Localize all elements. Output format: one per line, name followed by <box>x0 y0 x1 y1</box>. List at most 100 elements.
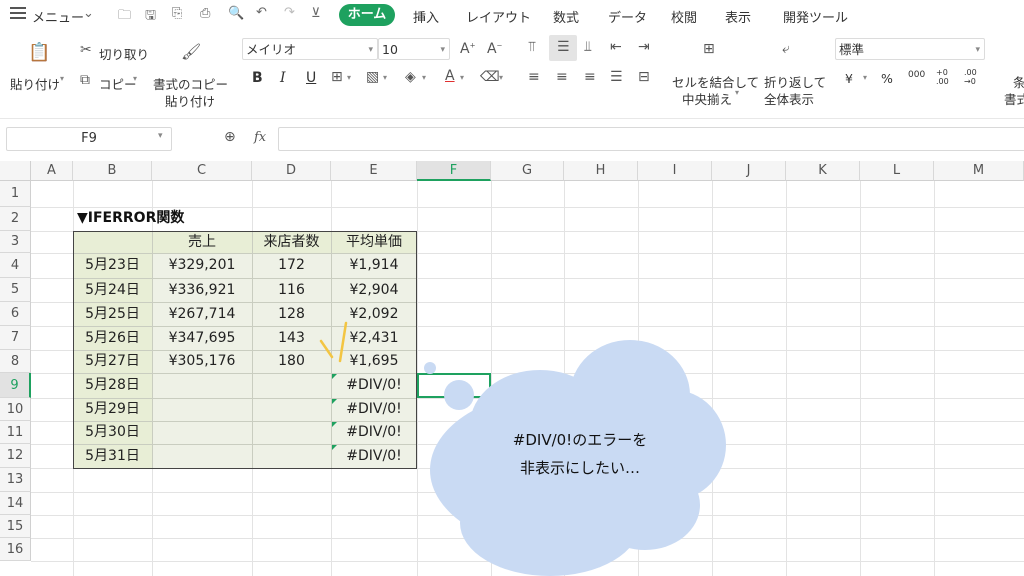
table-header-cell[interactable]: 売上 <box>152 231 252 253</box>
row-header-3[interactable]: 3 <box>0 231 31 253</box>
table-cell[interactable]: ¥329,201 <box>152 253 252 278</box>
column-header-e[interactable]: E <box>331 161 417 181</box>
tab-insert[interactable]: 挿入 <box>413 7 439 26</box>
open-folder-icon[interactable]: 🗀 <box>118 6 131 28</box>
wrap-text-icon[interactable]: ⤶ <box>782 41 790 57</box>
chevron-down-icon[interactable]: ▾ <box>499 73 503 82</box>
decimal-increase-button[interactable]: +0 .00 <box>936 68 949 86</box>
table-cell[interactable]: ¥305,176 <box>152 350 252 373</box>
select-all-corner[interactable] <box>0 161 31 181</box>
justify-icon[interactable]: ☰ <box>610 69 623 85</box>
table-cell[interactable]: 5月28日 <box>73 373 152 398</box>
table-cell[interactable]: 5月31日 <box>73 444 152 469</box>
table-cell[interactable]: #DIV/0! <box>331 421 417 444</box>
column-header-d[interactable]: D <box>252 161 331 181</box>
table-cell[interactable]: ¥267,714 <box>152 302 252 326</box>
save-icon[interactable]: 🖫 <box>145 6 156 28</box>
eraser-icon[interactable]: ⌫ <box>480 69 500 85</box>
menu-label[interactable]: メニュー <box>32 7 84 26</box>
paste-button[interactable]: 貼り付け <box>10 74 60 93</box>
export-icon[interactable]: ⎘ <box>172 6 182 21</box>
table-cell[interactable]: 5月26日 <box>73 326 152 350</box>
chevron-down-icon[interactable]: ▾ <box>60 74 64 83</box>
error-indicator-icon[interactable] <box>332 422 337 427</box>
chevron-down-icon[interactable]: ▾ <box>863 73 867 82</box>
table-cell[interactable]: 5月24日 <box>73 278 152 302</box>
row-header-7[interactable]: 7 <box>0 326 31 350</box>
clipboard-icon[interactable]: 📋 <box>28 42 50 63</box>
column-header-m[interactable]: M <box>934 161 1024 181</box>
decimal-decrease-button[interactable]: .00 →0 <box>964 68 977 86</box>
align-top-icon[interactable]: ⫪ <box>528 39 536 55</box>
row-header-6[interactable]: 6 <box>0 302 31 326</box>
redo-icon[interactable]: ↷ <box>284 5 295 20</box>
align-left-icon[interactable]: ≡ <box>528 69 540 85</box>
font-grow-icon[interactable]: A+ <box>460 41 475 57</box>
merge-center-icon[interactable]: ⊞ <box>703 41 715 57</box>
error-indicator-icon[interactable] <box>332 445 337 450</box>
chevron-down-icon[interactable]: ▾ <box>133 74 137 83</box>
column-header-h[interactable]: H <box>564 161 638 181</box>
row-header-10[interactable]: 10 <box>0 398 31 421</box>
font-name-select[interactable]: メイリオ ▾ <box>242 38 378 60</box>
column-header-k[interactable]: K <box>786 161 860 181</box>
table-cell[interactable]: #DIV/0! <box>331 373 417 398</box>
row-header-5[interactable]: 5 <box>0 278 31 302</box>
table-cell[interactable] <box>152 373 252 398</box>
table-cell[interactable]: 5月25日 <box>73 302 152 326</box>
align-middle-button[interactable]: ☰ <box>549 35 577 61</box>
wrap-text-label-2[interactable]: 全体表示 <box>764 89 814 108</box>
border-icon[interactable]: ⊞ <box>331 69 343 85</box>
table-cell[interactable] <box>152 398 252 421</box>
bold-button[interactable]: B <box>252 70 263 86</box>
chevron-down-icon[interactable]: ▾ <box>158 131 163 141</box>
table-header-cell[interactable]: 平均単価 <box>331 231 417 253</box>
chevron-down-icon[interactable]: ▾ <box>422 73 426 82</box>
font-size-select[interactable]: 10 ▾ <box>378 38 450 60</box>
cell-style-icon[interactable]: ▧ <box>366 69 379 85</box>
tab-home[interactable]: ホーム <box>339 4 395 26</box>
table-cell[interactable] <box>152 444 252 469</box>
column-header-c[interactable]: C <box>152 161 252 181</box>
currency-button[interactable]: ¥ <box>845 71 853 86</box>
table-cell[interactable] <box>152 421 252 444</box>
chevron-down-icon[interactable]: ▾ <box>383 73 387 82</box>
underline-button[interactable]: U <box>306 70 316 86</box>
customize-icon[interactable]: ⊻ <box>311 6 321 21</box>
error-indicator-icon[interactable] <box>332 374 337 379</box>
row-header-9[interactable]: 9 <box>0 373 31 398</box>
table-cell[interactable]: 5月27日 <box>73 350 152 373</box>
column-header-j[interactable]: J <box>712 161 786 181</box>
row-header-13[interactable]: 13 <box>0 468 31 492</box>
row-header-4[interactable]: 4 <box>0 253 31 278</box>
row-header-12[interactable]: 12 <box>0 444 31 468</box>
percent-button[interactable]: % <box>881 71 893 86</box>
table-cell[interactable] <box>252 373 331 398</box>
thousands-button[interactable]: 000 <box>908 70 925 80</box>
italic-button[interactable]: I <box>280 70 286 86</box>
align-center-icon[interactable]: ≡ <box>556 69 568 85</box>
align-right-icon[interactable]: ≡ <box>584 69 596 85</box>
undo-icon[interactable]: ↶ <box>256 5 267 20</box>
distributed-icon[interactable]: ⊟ <box>638 69 650 85</box>
chevron-down-icon[interactable]: ▾ <box>735 88 739 97</box>
cut-button[interactable]: 切り取り <box>99 44 149 63</box>
row-header-16[interactable]: 16 <box>0 538 31 561</box>
row-header-8[interactable]: 8 <box>0 350 31 373</box>
row-header-11[interactable]: 11 <box>0 421 31 444</box>
table-cell[interactable] <box>252 444 331 469</box>
table-cell[interactable]: ¥1,914 <box>331 253 417 278</box>
tab-layout[interactable]: レイアウト <box>466 7 531 26</box>
tab-formulas[interactable]: 数式 <box>553 7 579 26</box>
row-header-15[interactable]: 15 <box>0 515 31 538</box>
table-cell[interactable]: ¥336,921 <box>152 278 252 302</box>
sheet-title[interactable]: ▼IFERROR関数 <box>77 207 184 227</box>
column-header-f[interactable]: F <box>417 161 491 181</box>
row-header-2[interactable]: 2 <box>0 207 31 231</box>
name-box[interactable]: F9 <box>6 127 172 151</box>
tab-view[interactable]: 表示 <box>725 7 751 26</box>
chevron-down-icon[interactable]: ⌄ <box>83 6 94 21</box>
tab-data[interactable]: データ <box>608 7 647 26</box>
table-cell[interactable]: 116 <box>252 278 331 302</box>
hamburger-icon[interactable] <box>10 7 26 19</box>
